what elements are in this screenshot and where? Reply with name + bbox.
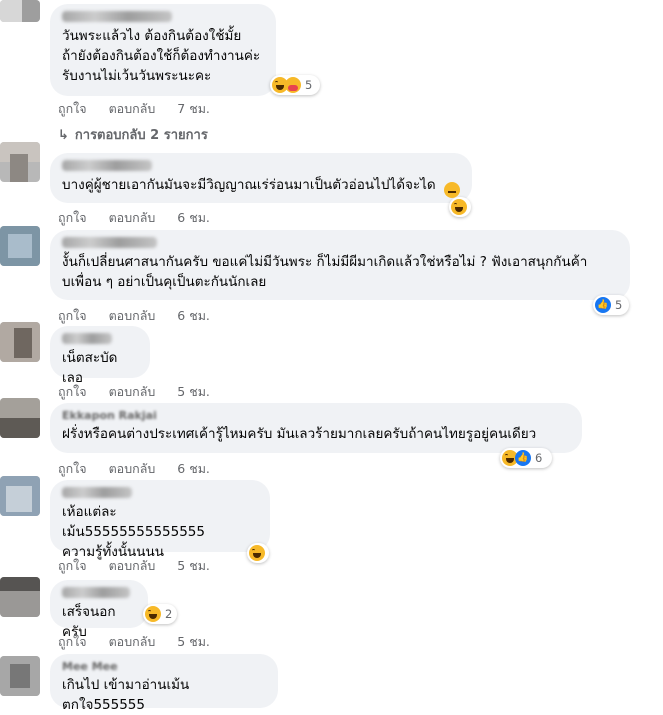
like-link[interactable]: ถูกใจ: [58, 306, 87, 326]
comment-actions: ถูกใจ ตอบกลับ 6 ชม.: [58, 306, 228, 326]
reaction-count: 6: [535, 451, 543, 465]
author-name[interactable]: [62, 587, 130, 598]
reaction-summary[interactable]: 👍 6: [500, 448, 552, 468]
reaction-summary[interactable]: [449, 197, 471, 217]
timestamp[interactable]: 6 ชม.: [177, 208, 210, 228]
comment-bubble: วันพระแล้วไง ต้องกินต้องใช้มั้ย ถ้ายังต้…: [50, 4, 276, 96]
like-icon: 👍: [595, 297, 611, 313]
comment-bubble: เสร็จนอกครับ: [50, 580, 148, 640]
comment-text: เห้อแต่ละเม้น55555555555555 ความรู้ทั้งน…: [62, 504, 205, 560]
author-name[interactable]: [62, 160, 152, 171]
comment-bubble: Ekkapon Rakjai ฝรั่งหรือคนต่างประเทศเค้า…: [50, 403, 582, 453]
haha-icon: [249, 545, 265, 561]
avatar[interactable]: [0, 656, 40, 696]
haha-icon: [451, 199, 467, 215]
reaction-count: 2: [165, 607, 173, 621]
avatar[interactable]: [0, 142, 40, 182]
avatar[interactable]: [0, 0, 40, 22]
like-icon: 👍: [515, 450, 531, 466]
meh-icon: [444, 182, 460, 198]
author-name[interactable]: Mee Mee: [62, 661, 266, 673]
comment-actions: ถูกใจ ตอบกลับ 5 ชม.: [58, 382, 228, 402]
reaction-summary[interactable]: 👍 5: [593, 295, 629, 315]
reply-link[interactable]: ตอบกลับ: [109, 632, 156, 652]
reply-link[interactable]: ตอบกลับ: [109, 306, 156, 326]
comment-bubble: บางคู่ผู้ชายเอากันมันจะมีวิญญาณเร่ร่อนมา…: [50, 153, 472, 203]
avatar[interactable]: [0, 577, 40, 617]
view-replies-link[interactable]: ↳ การตอบกลับ 2 รายการ: [58, 124, 208, 145]
reply-link[interactable]: ตอบกลับ: [109, 99, 156, 119]
avatar[interactable]: [0, 398, 40, 438]
timestamp[interactable]: 5 ชม.: [177, 632, 210, 652]
like-link[interactable]: ถูกใจ: [58, 632, 87, 652]
author-name[interactable]: [62, 333, 112, 344]
comment-actions: ถูกใจ ตอบกลับ 5 ชม.: [58, 556, 228, 576]
comment-bubble: Mee Mee เกินไป เข้ามาอ่านเม้นตกใจ555555: [50, 654, 278, 713]
like-link[interactable]: ถูกใจ: [58, 459, 87, 479]
reaction-summary[interactable]: [247, 543, 269, 563]
timestamp[interactable]: 5 ชม.: [177, 556, 210, 576]
timestamp[interactable]: 6 ชม.: [177, 306, 210, 326]
timestamp[interactable]: 6 ชม.: [177, 459, 210, 479]
reaction-count: 5: [305, 78, 313, 92]
avatar[interactable]: [0, 322, 40, 362]
comment-actions: ถูกใจ ตอบกลับ 6 ชม.: [58, 208, 228, 228]
comment-text: บางคู่ผู้ชายเอากันมันจะมีวิญญาณเร่ร่อนมา…: [62, 177, 436, 193]
like-link[interactable]: ถูกใจ: [58, 556, 87, 576]
avatar[interactable]: [0, 226, 40, 266]
author-name[interactable]: [62, 487, 132, 498]
comment-bubble: งั้นก็เปลี่ยนศาสนากันครับ ขอแค่ไม่มีวันพ…: [50, 230, 630, 300]
replies-label: การตอบกลับ 2 รายการ: [74, 128, 208, 143]
comment-actions: ถูกใจ ตอบกลับ 5 ชม.: [58, 632, 228, 652]
comment-actions: ถูกใจ ตอบกลับ 7 ชม.: [58, 99, 228, 119]
care-icon: [285, 77, 301, 93]
like-link[interactable]: ถูกใจ: [58, 382, 87, 402]
comment-bubble: เห้อแต่ละเม้น55555555555555 ความรู้ทั้งน…: [50, 480, 270, 560]
haha-icon: [145, 606, 161, 622]
reaction-summary[interactable]: 2: [143, 604, 177, 624]
like-link[interactable]: ถูกใจ: [58, 99, 87, 119]
reply-link[interactable]: ตอบกลับ: [109, 382, 156, 402]
comment-text: เกินไป เข้ามาอ่านเม้นตกใจ555555: [62, 677, 190, 713]
reply-arrow-icon: ↳: [58, 128, 69, 143]
reaction-summary[interactable]: 5: [270, 75, 320, 95]
reply-link[interactable]: ตอบกลับ: [109, 556, 156, 576]
comment-actions: ถูกใจ ตอบกลับ 6 ชม.: [58, 459, 228, 479]
author-name[interactable]: Ekkapon Rakjai: [62, 410, 570, 422]
comment-text: วันพระแล้วไง ต้องกินต้องใช้มั้ย ถ้ายังต้…: [62, 28, 261, 84]
timestamp[interactable]: 7 ชม.: [177, 99, 210, 119]
like-link[interactable]: ถูกใจ: [58, 208, 87, 228]
reaction-count: 5: [615, 298, 623, 312]
avatar[interactable]: [0, 476, 40, 516]
author-name[interactable]: [62, 237, 157, 248]
timestamp[interactable]: 5 ชม.: [177, 382, 210, 402]
reply-link[interactable]: ตอบกลับ: [109, 208, 156, 228]
reply-link[interactable]: ตอบกลับ: [109, 459, 156, 479]
comment-bubble: เน็ตสะบัดเลอ: [50, 326, 150, 386]
author-name[interactable]: [62, 11, 172, 22]
comment-text: ฝรั่งหรือคนต่างประเทศเค้ารู้ไหมครับ มันเ…: [62, 426, 537, 442]
comment-text: งั้นก็เปลี่ยนศาสนากันครับ ขอแค่ไม่มีวันพ…: [62, 254, 588, 290]
